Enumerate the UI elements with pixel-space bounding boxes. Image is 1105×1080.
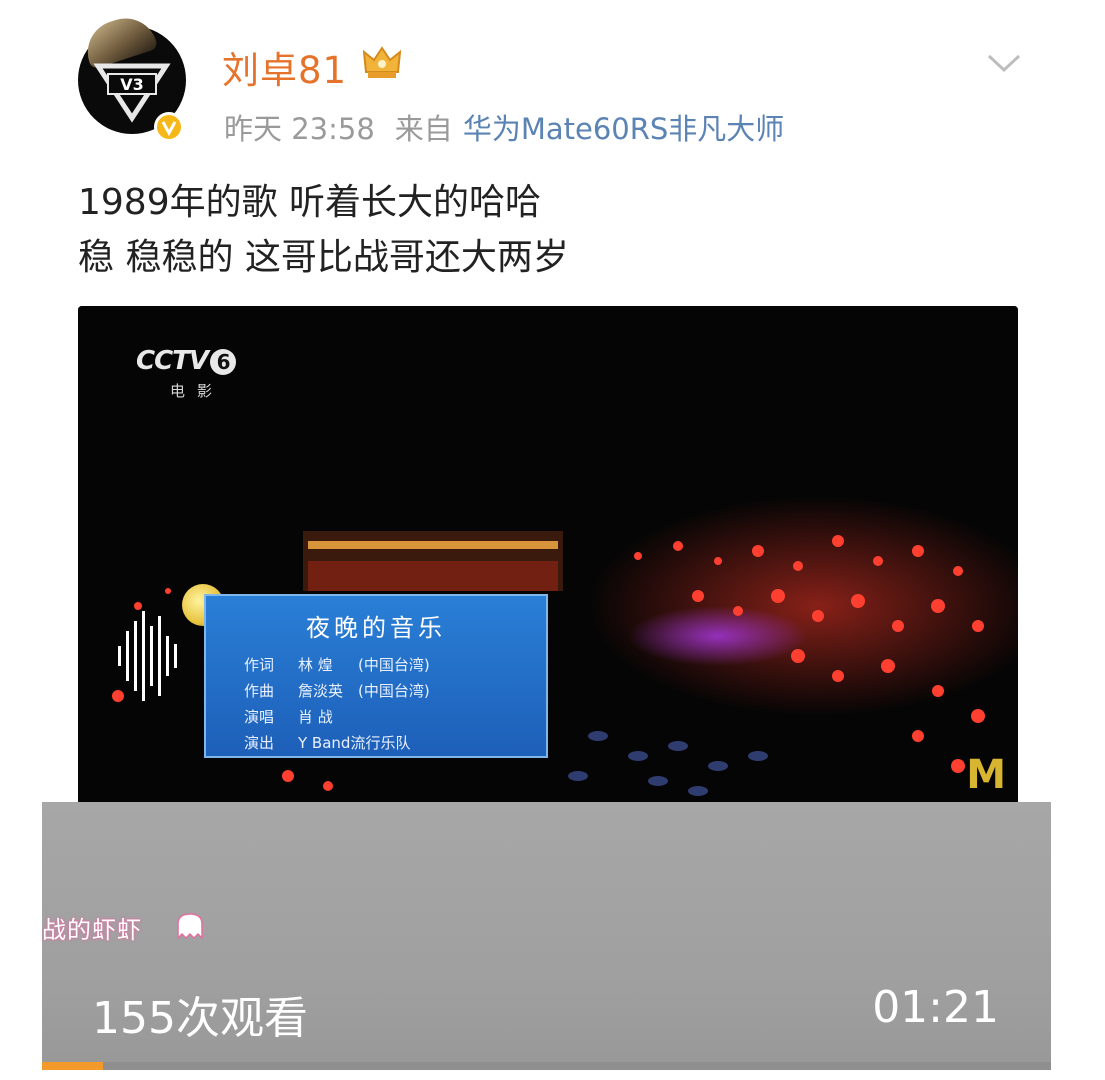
channel-number: 6 (210, 349, 237, 375)
song-caption: 夜晚的音乐 作词林 煌 (中国台湾) 作曲 詹淡英 (中国台湾) 演唱肖 战 演出 Y … (204, 594, 548, 758)
post-meta: 昨天 23:58 来自 华为Mate60RS非凡大师 (224, 106, 784, 148)
post-text: 1989年的歌 听着长大的哈哈 稳 稳稳的 这哥比战哥还大两岁 (78, 175, 569, 285)
channel-sub: 电影 (170, 382, 225, 400)
progress-fill (42, 1062, 103, 1070)
caption-row: 演出 Y Band流行乐队 (244, 734, 411, 752)
username[interactable]: 刘卓81 (222, 40, 347, 94)
verified-badge-icon (154, 112, 184, 142)
progress-bar[interactable] (42, 1062, 1051, 1070)
channel-corner-logo: M (966, 752, 1006, 798)
video-duration: 01:21 (872, 982, 999, 1033)
post-time: 昨天 23:58 (224, 112, 375, 146)
ghost-icon (174, 912, 206, 944)
view-count: 155次观看 (92, 993, 308, 1044)
post-text-line: 1989年的歌 听着长大的哈哈 (78, 182, 542, 223)
svg-text:V3: V3 (120, 75, 144, 94)
source-prefix: 来自 (394, 112, 453, 146)
caption-row: 演唱肖 战 (244, 708, 333, 726)
caption-title: 夜晚的音乐 (306, 614, 446, 642)
caption-row: 作词林 煌 (中国台湾) (244, 656, 430, 674)
video-player[interactable]: CCTV 6 电影 夜晚的音乐 作词林 煌 (中国台湾) 作曲 詹淡英 (中国台湾) 演… (78, 306, 1018, 806)
post-text-line: 稳 稳稳的 这哥比战哥还大两岁 (78, 237, 569, 278)
chevron-down-icon[interactable] (986, 52, 1022, 78)
post-source[interactable]: 华为Mate60RS非凡大师 (463, 112, 784, 146)
caption-row: 作曲 詹淡英 (中国台湾) (244, 682, 430, 700)
channel-logo: CCTV 6 (136, 346, 237, 376)
watermark: 战的虾虾 (42, 916, 142, 944)
channel-logo-text: CCTV (136, 346, 209, 376)
crown-icon (362, 44, 402, 84)
